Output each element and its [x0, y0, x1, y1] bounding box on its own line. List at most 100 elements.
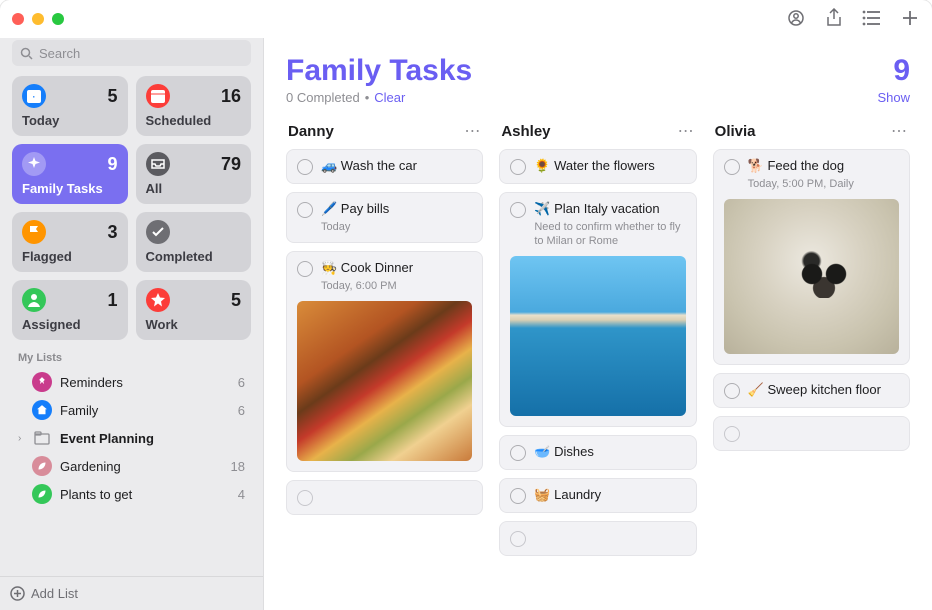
folder-icon: [32, 428, 52, 448]
pin-icon: [32, 372, 52, 392]
smart-list-all[interactable]: 79 All: [136, 144, 252, 204]
smart-list-scheduled[interactable]: 16 Scheduled: [136, 76, 252, 136]
column-name: Danny: [288, 123, 334, 140]
show-completed-button[interactable]: Show: [877, 90, 910, 105]
smart-list-today[interactable]: · 5 Today: [12, 76, 128, 136]
smart-list-label: Flagged: [22, 249, 118, 264]
sidebar-item-gardening[interactable]: Gardening18: [8, 452, 255, 480]
star-icon: [146, 288, 170, 312]
task-radio[interactable]: [724, 383, 740, 399]
task-radio[interactable]: [297, 159, 313, 175]
view-options-icon[interactable]: [862, 8, 882, 28]
smart-list-family-tasks[interactable]: 9 Family Tasks: [12, 144, 128, 204]
task-image: [724, 199, 899, 354]
task-title: 🧑‍🍳 Cook Dinner: [321, 260, 472, 277]
sidebar-item-reminders[interactable]: Reminders6: [8, 368, 255, 396]
task-card[interactable]: 🚙 Wash the car: [286, 149, 483, 184]
task-card[interactable]: 🧺 Laundry: [499, 478, 696, 513]
traffic-lights: [12, 13, 64, 25]
house-icon: [32, 400, 52, 420]
collaborate-icon[interactable]: [786, 8, 806, 28]
clear-completed-button[interactable]: Clear: [374, 90, 405, 105]
smart-list-work[interactable]: 5 Work: [136, 280, 252, 340]
task-radio[interactable]: [724, 426, 740, 442]
smart-list-flagged[interactable]: 3 Flagged: [12, 212, 128, 272]
column-more-button[interactable]: ⋯: [891, 121, 908, 141]
sparkle-icon: [22, 152, 46, 176]
column-ashley: Ashley ⋯ 🌻 Water the flowers ✈️ Plan Italy …: [499, 119, 696, 600]
minimize-window-button[interactable]: [32, 13, 44, 25]
smart-list-count: 9: [107, 154, 117, 175]
close-window-button[interactable]: [12, 13, 24, 25]
task-card[interactable]: 🐕 Feed the dog Today, 5:00 PM, Daily: [713, 149, 910, 365]
smart-lists-grid: · 5 Today 16 Scheduled 9 Family Tasks 79…: [8, 76, 255, 346]
task-title: 🚙 Wash the car: [321, 158, 472, 175]
completed-text: 0 Completed: [286, 90, 360, 105]
search-placeholder: Search: [39, 46, 80, 61]
task-radio[interactable]: [510, 159, 526, 175]
smart-list-label: Work: [146, 317, 242, 332]
smart-list-count: 5: [231, 290, 241, 311]
add-list-button[interactable]: Add List: [0, 576, 263, 610]
task-columns: Danny ⋯ 🚙 Wash the car 🖊️ Pay billsToday 🧑‍🍳…: [286, 119, 910, 600]
list-name: Event Planning: [60, 431, 245, 446]
search-input[interactable]: Search: [12, 40, 251, 66]
task-radio[interactable]: [297, 202, 313, 218]
task-card[interactable]: 🖊️ Pay billsToday: [286, 192, 483, 243]
task-radio[interactable]: [297, 490, 313, 506]
flag-icon: [22, 220, 46, 244]
task-card[interactable]: 🥣 Dishes: [499, 435, 696, 470]
task-image: [510, 256, 685, 416]
smart-list-count: 3: [107, 222, 117, 243]
empty-task-card[interactable]: [499, 521, 696, 556]
smart-list-count: 5: [107, 86, 117, 107]
add-list-label: Add List: [31, 586, 78, 601]
page-count: 9: [893, 54, 910, 88]
calendar-icon: [146, 84, 170, 108]
check-icon: [146, 220, 170, 244]
smart-list-count: 16: [221, 86, 241, 107]
task-title: 🌻 Water the flowers: [534, 158, 685, 175]
sidebar-item-event-planning[interactable]: › Event Planning: [8, 424, 255, 452]
task-card[interactable]: 🌻 Water the flowers: [499, 149, 696, 184]
task-card[interactable]: 🧑‍🍳 Cook Dinner Today, 6:00 PM: [286, 251, 483, 472]
task-radio[interactable]: [510, 531, 526, 547]
task-radio[interactable]: [510, 488, 526, 504]
task-card[interactable]: 🧹 Sweep kitchen floor: [713, 373, 910, 408]
tray-icon: [146, 152, 170, 176]
share-icon[interactable]: [824, 8, 844, 28]
column-name: Ashley: [501, 123, 550, 140]
empty-task-card[interactable]: [713, 416, 910, 451]
task-subtitle: Today, 5:00 PM, Daily: [748, 177, 899, 191]
task-subtitle: Need to confirm whether to fly to Milan …: [534, 220, 685, 249]
sidebar-section-label: My Lists: [8, 346, 255, 368]
task-title: 🐕 Feed the dog: [748, 158, 899, 175]
column-danny: Danny ⋯ 🚙 Wash the car 🖊️ Pay billsToday 🧑‍🍳…: [286, 119, 483, 600]
sidebar-item-plants-to-get[interactable]: Plants to get4: [8, 480, 255, 508]
list-count: 6: [238, 375, 245, 390]
person-icon: [22, 288, 46, 312]
column-more-button[interactable]: ⋯: [678, 121, 695, 141]
task-radio[interactable]: [510, 445, 526, 461]
fullscreen-window-button[interactable]: [52, 13, 64, 25]
sidebar-item-family[interactable]: Family6: [8, 396, 255, 424]
column-more-button[interactable]: ⋯: [464, 121, 481, 141]
chevron-right-icon[interactable]: ›: [18, 433, 30, 444]
task-title: 🥣 Dishes: [534, 444, 685, 461]
smart-list-assigned[interactable]: 1 Assigned: [12, 280, 128, 340]
search-icon: [20, 47, 33, 60]
task-card[interactable]: ✈️ Plan Italy vacationNeed to confirm wh…: [499, 192, 696, 427]
smart-list-completed[interactable]: Completed: [136, 212, 252, 272]
column-olivia: Olivia ⋯ 🐕 Feed the dog Today, 5:00 PM, Dai…: [713, 119, 910, 600]
column-name: Olivia: [715, 123, 756, 140]
empty-task-card[interactable]: [286, 480, 483, 515]
list-count: 18: [231, 459, 245, 474]
add-reminder-icon[interactable]: [900, 8, 920, 28]
sidebar-lists: Reminders6Family6 › Event Planning Gardenin…: [8, 368, 255, 508]
task-subtitle: Today, 6:00 PM: [321, 279, 472, 293]
task-title: 🧺 Laundry: [534, 487, 685, 504]
task-radio[interactable]: [724, 159, 740, 175]
task-radio[interactable]: [297, 261, 313, 277]
list-count: 4: [238, 487, 245, 502]
task-radio[interactable]: [510, 202, 526, 218]
